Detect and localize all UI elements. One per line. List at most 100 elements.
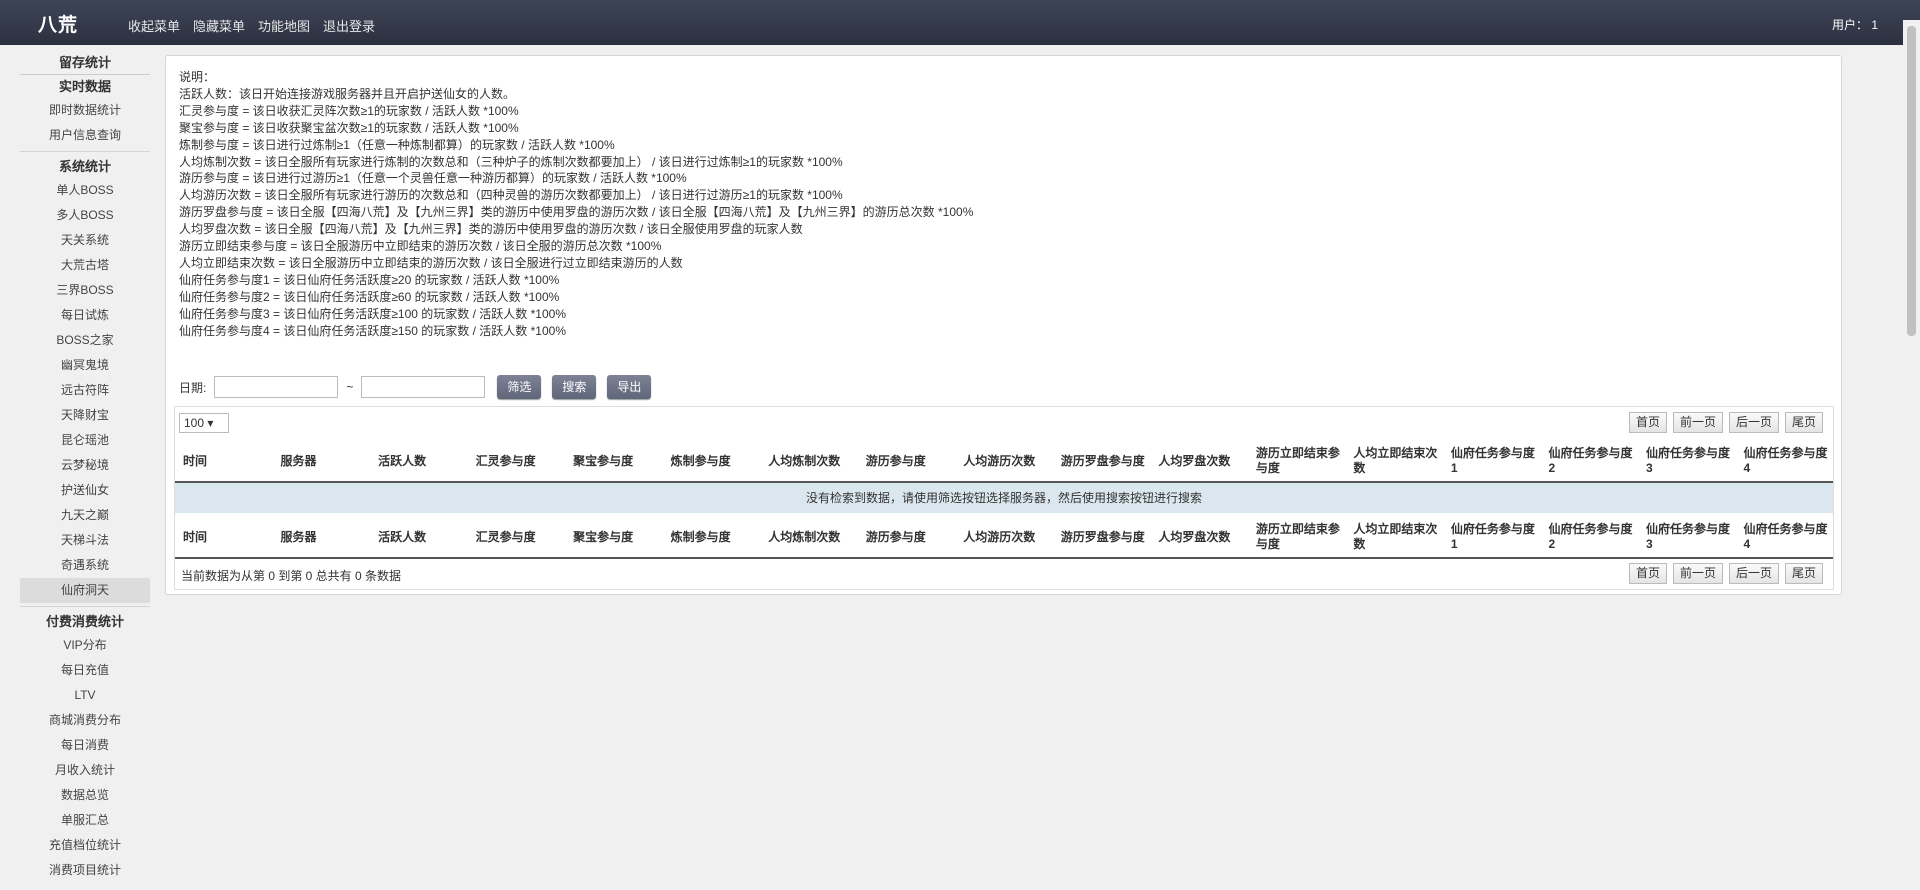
sidebar-item[interactable]: 月收入统计 xyxy=(20,758,150,783)
description-line: 游历罗盘参与度 = 该日全服【四海八荒】及【九州三界】类的游历中使用罗盘的游历次… xyxy=(179,205,974,220)
sidebar-item[interactable]: 每日试炼 xyxy=(20,303,150,328)
sidebar-heading-system[interactable]: 系统统计 xyxy=(20,155,150,178)
sidebar-item[interactable]: 单人BOSS xyxy=(20,178,150,203)
sidebar-item[interactable]: 护送仙女 xyxy=(20,478,150,503)
description-line: 人均游历次数 = 该日全服所有玩家进行游历的次数总和（四种灵兽的游历次数都要加上… xyxy=(179,188,843,203)
collapse-menu-link[interactable]: 收起菜单 xyxy=(128,16,180,35)
sidebar-divider xyxy=(20,151,150,152)
column-header[interactable]: 人均立即结束次数 xyxy=(1345,441,1443,481)
sidebar-item[interactable]: 每日消费 xyxy=(20,733,150,758)
top-nav: 收起菜单 隐藏菜单 功能地图 退出登录 xyxy=(128,16,375,35)
sidebar-heading-payment[interactable]: 付费消费统计 xyxy=(20,610,150,633)
prev-page-button[interactable]: 前一页 xyxy=(1672,412,1723,433)
sidebar-item-active[interactable]: 仙府洞天 xyxy=(20,578,150,603)
prev-page-button[interactable]: 前一页 xyxy=(1672,563,1723,584)
column-header[interactable]: 服务器 xyxy=(273,441,371,481)
page-size-select[interactable]: 100 ▾ xyxy=(179,413,229,433)
column-header[interactable]: 炼制参与度 xyxy=(663,441,761,481)
sidebar-item[interactable]: 单服汇总 xyxy=(20,808,150,833)
column-header[interactable]: 仙府任务参与度3 xyxy=(1638,441,1736,481)
sidebar-item[interactable]: 天降财宝 xyxy=(20,403,150,428)
column-header[interactable]: 游历立即结束参与度 xyxy=(1248,441,1346,481)
column-header[interactable]: 仙府任务参与度1 xyxy=(1443,441,1541,481)
sidebar-divider xyxy=(20,606,150,607)
column-header[interactable]: 游历罗盘参与度 xyxy=(1053,441,1151,481)
column-footer: 活跃人数 xyxy=(378,529,427,544)
sidebar-item[interactable]: 昆仑瑶池 xyxy=(20,428,150,453)
description-line: 聚宝参与度 = 该日收获聚宝盆次数≥1的玩家数 / 活跃人数 *100% xyxy=(179,120,519,135)
column-footer: 服务器 xyxy=(280,529,317,544)
empty-row-message: 没有检索到数据，请使用筛选按钮选择服务器，然后使用搜索按钮进行搜索 xyxy=(175,483,1833,513)
first-page-button[interactable]: 首页 xyxy=(1628,412,1667,433)
description-line: 仙府任务参与度3 = 该日仙府任务活跃度≥100 的玩家数 / 活跃人数 *10… xyxy=(179,306,566,321)
next-page-button[interactable]: 后一页 xyxy=(1728,412,1779,433)
column-footer: 汇灵参与度 xyxy=(475,529,536,544)
last-page-button[interactable]: 尾页 xyxy=(1784,412,1823,433)
table-info: 当前数据为从第 0 到第 0 总共有 0 条数据 xyxy=(181,569,402,583)
user-info: 用户： 1 xyxy=(1831,18,1878,32)
sidebar-item-user-query[interactable]: 用户信息查询 xyxy=(20,123,150,148)
sidebar-item[interactable]: 每日充值 xyxy=(20,658,150,683)
start-date-input[interactable] xyxy=(214,376,339,398)
sidebar-item[interactable]: 多人BOSS xyxy=(20,203,150,228)
column-header[interactable]: 游历参与度 xyxy=(858,441,956,481)
column-footer: 炼制参与度 xyxy=(670,529,731,544)
sidebar-item-realtime-stats[interactable]: 即时数据统计 xyxy=(20,98,150,123)
export-button[interactable]: 导出 xyxy=(607,375,652,399)
column-footer: 仙府任务参与度3 xyxy=(1645,522,1730,551)
column-header[interactable]: 汇灵参与度 xyxy=(468,441,566,481)
sidebar-item[interactable]: 三界BOSS xyxy=(20,278,150,303)
sidebar-item[interactable]: 天关系统 xyxy=(20,228,150,253)
filter-button[interactable]: 筛选 xyxy=(497,375,542,399)
sidebar-item[interactable]: 商城消费分布 xyxy=(20,708,150,733)
sidebar-item[interactable]: BOSS之家 xyxy=(20,328,150,353)
sidebar-heading-retention[interactable]: 留存统计 xyxy=(20,51,150,75)
description-line: 人均立即结束次数 = 该日全服游历中立即结束的游历次数 / 该日全服进行过立即结… xyxy=(179,255,683,270)
column-footer: 仙府任务参与度2 xyxy=(1548,522,1633,551)
sidebar-item[interactable]: LTV xyxy=(20,683,150,708)
logout-link[interactable]: 退出登录 xyxy=(323,16,375,35)
description-line: 活跃人数：该日开始连接游戏服务器并且开启护送仙女的人数。 xyxy=(179,86,516,101)
description-line: 游历参与度 = 该日进行过游历≥1（任意一个灵兽任意一种游历都算）的玩家数 / … xyxy=(179,171,687,186)
column-footer: 仙府任务参与度1 xyxy=(1450,522,1535,551)
description-line: 说明： xyxy=(179,70,216,84)
end-date-input[interactable] xyxy=(361,376,486,398)
sidebar-item[interactable]: 充值档位统计 xyxy=(20,833,150,858)
sidebar-item[interactable]: 九天之巅 xyxy=(20,503,150,528)
sidebar-item[interactable]: 幽冥鬼境 xyxy=(20,353,150,378)
column-footer: 游历参与度 xyxy=(865,529,926,544)
column-header[interactable]: 聚宝参与度 xyxy=(565,441,663,481)
next-page-button[interactable]: 后一页 xyxy=(1728,563,1779,584)
sidebar-item[interactable]: 数据总览 xyxy=(20,783,150,808)
column-footer: 仙府任务参与度4 xyxy=(1743,522,1828,551)
sidebar-item[interactable]: 远古符阵 xyxy=(20,378,150,403)
sidebar-item[interactable]: 大荒古塔 xyxy=(20,253,150,278)
description-line: 汇灵参与度 = 该日收获汇灵阵次数≥1的玩家数 / 活跃人数 *100% xyxy=(179,103,519,118)
description-line: 炼制参与度 = 该日进行过炼制≥1（任意一种炼制都算）的玩家数 / 活跃人数 *… xyxy=(179,137,615,152)
brand-logo[interactable]: 八荒 xyxy=(38,10,78,37)
column-header[interactable]: 仙府任务参与度2 xyxy=(1540,441,1638,481)
last-page-button[interactable]: 尾页 xyxy=(1784,563,1823,584)
column-header[interactable]: 人均炼制次数 xyxy=(760,441,858,481)
sidebar-item[interactable]: 云梦秘境 xyxy=(20,453,150,478)
sidebar-item[interactable]: VIP分布 xyxy=(20,633,150,658)
first-page-button[interactable]: 首页 xyxy=(1628,563,1667,584)
description-block: 说明： 活跃人数：该日开始连接游戏服务器并且开启护送仙女的人数。 汇灵参与度 =… xyxy=(179,69,1179,340)
vertical-scrollbar[interactable] xyxy=(1903,20,1920,890)
hide-menu-link[interactable]: 隐藏菜单 xyxy=(193,16,245,35)
scrollbar-thumb[interactable] xyxy=(1907,26,1916,336)
column-header[interactable]: 仙府任务参与度4 xyxy=(1736,441,1834,481)
sidebar-item[interactable]: 天梯斗法 xyxy=(20,528,150,553)
sidebar-item[interactable]: 奇遇系统 xyxy=(20,553,150,578)
pager-bottom: 首页 前一页 后一页 尾页 xyxy=(1628,563,1823,584)
sidebar-item[interactable]: 消费项目统计 xyxy=(20,858,150,883)
description-line: 仙府任务参与度2 = 该日仙府任务活跃度≥60 的玩家数 / 活跃人数 *100… xyxy=(179,289,560,304)
sidebar-heading-realtime[interactable]: 实时数据 xyxy=(20,75,150,98)
column-header[interactable]: 时间 xyxy=(175,441,273,481)
search-button[interactable]: 搜索 xyxy=(552,375,597,399)
column-header[interactable]: 人均罗盘次数 xyxy=(1150,441,1248,481)
function-map-link[interactable]: 功能地图 xyxy=(258,16,310,35)
description-line: 仙府任务参与度4 = 该日仙府任务活跃度≥150 的玩家数 / 活跃人数 *10… xyxy=(179,323,566,338)
column-header[interactable]: 活跃人数 xyxy=(370,441,468,481)
column-header[interactable]: 人均游历次数 xyxy=(955,441,1053,481)
